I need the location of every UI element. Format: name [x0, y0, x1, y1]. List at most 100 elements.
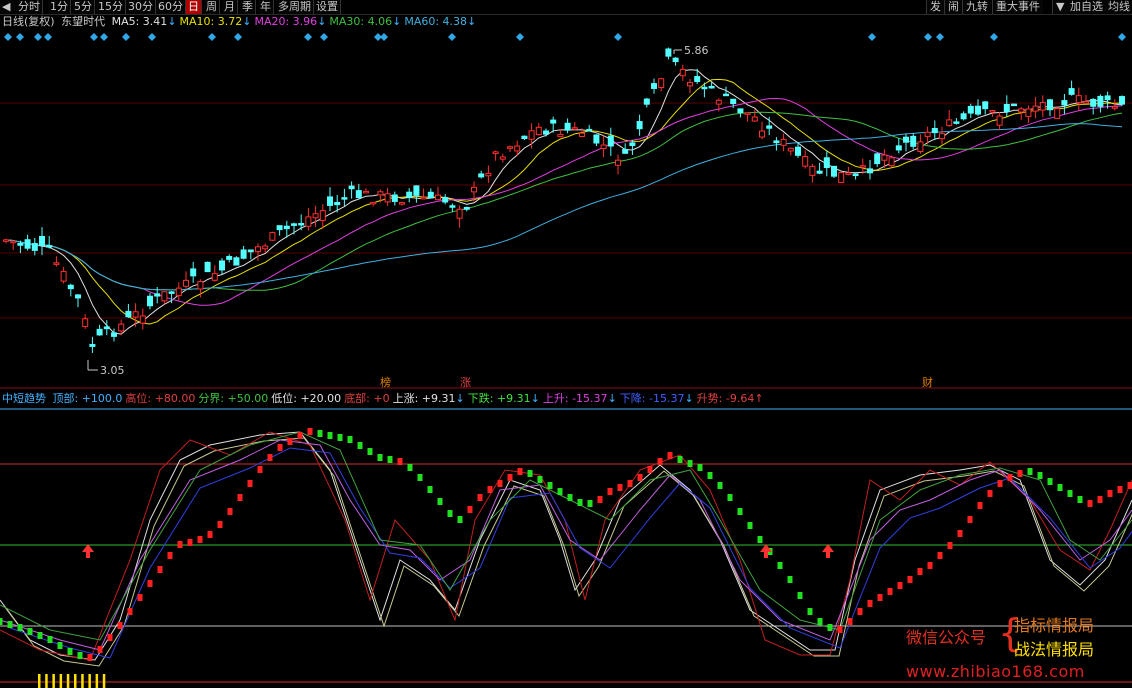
candle-body — [262, 245, 269, 250]
candle-body — [147, 295, 153, 307]
trend-dot-red — [617, 484, 623, 491]
trend-dot-green — [787, 576, 793, 583]
candle-body — [111, 332, 117, 337]
candle-body — [3, 239, 9, 242]
trend-dot-red — [947, 542, 953, 549]
kline-chart[interactable]: 5.86 3.05 榜 涨 财 — [0, 0, 1132, 688]
trend-dot-red — [977, 502, 983, 509]
trend-dot-green — [577, 499, 583, 506]
candle-body — [895, 145, 902, 151]
candle-body — [420, 196, 427, 200]
signal-diamond-icon — [936, 33, 944, 41]
trend-dot-green — [737, 508, 743, 515]
candle-body — [701, 86, 708, 90]
indicator-legend-text: 顶部: +100.0 — [52, 392, 123, 405]
trend-dot-red — [167, 552, 173, 559]
candle-body — [24, 239, 31, 249]
trend-dot-red — [157, 566, 163, 573]
indicator-arrow-icon: ↓ — [607, 392, 617, 405]
trend-dot-red — [1117, 486, 1123, 493]
candle-body — [809, 165, 816, 176]
trend-dot-red — [287, 438, 293, 445]
candle-body — [975, 105, 981, 115]
high-price-label: 5.86 — [684, 44, 709, 57]
candle-body — [946, 119, 953, 127]
trend-dot-red — [207, 531, 213, 538]
trend-dot-green — [587, 500, 593, 507]
candle-body — [1003, 103, 1010, 113]
candle-body — [1025, 108, 1032, 117]
candle-body — [939, 133, 945, 140]
event-marker-1: 涨 — [460, 376, 471, 389]
candle-body — [125, 310, 132, 318]
trend-dot-red — [937, 552, 943, 559]
candle-body — [586, 128, 593, 132]
candle-body — [276, 225, 283, 231]
candle-body — [600, 144, 607, 149]
candle-body — [636, 121, 643, 130]
trend-dot-red — [197, 536, 203, 543]
trend-dot-red — [1017, 470, 1023, 477]
candle-body — [658, 78, 665, 89]
candle-body — [615, 159, 621, 166]
signal-diamond-icon — [122, 33, 130, 41]
candle-body — [334, 201, 341, 206]
indicator-legend-item: 底部: +0 — [344, 392, 389, 405]
indicator-legend-item: 高位: +80.00 — [125, 392, 195, 405]
candle-body — [82, 318, 89, 328]
candle-body — [183, 279, 189, 287]
trend-dot-red — [147, 580, 153, 587]
candle-body — [60, 270, 67, 282]
trend-dot-green — [347, 436, 353, 443]
indicator-name[interactable]: 中短趋势 — [2, 392, 46, 405]
trend-dot-green — [427, 486, 433, 493]
trend-dot-green — [537, 476, 543, 483]
watermark-line1: 指标情报局 — [1014, 616, 1095, 635]
candle-body — [96, 328, 103, 336]
candle-body — [795, 146, 801, 156]
indicator-legend-item: 升势: -9.64↑ — [697, 392, 764, 405]
candle-body — [708, 85, 715, 89]
trend-dot-red — [277, 444, 283, 451]
candle-body — [787, 147, 794, 152]
trend-dot-green — [777, 562, 783, 569]
trend-dot-red — [247, 480, 253, 487]
candle-body — [550, 119, 557, 124]
signal-diamond-icon — [234, 33, 242, 41]
candle-body — [910, 135, 917, 147]
candle-body — [370, 201, 377, 205]
candle-body — [139, 315, 146, 324]
indicator-legend-text: 低位: +20.00 — [271, 392, 342, 405]
candle-body — [471, 186, 477, 193]
trend-dot-red — [667, 452, 673, 459]
trend-dot-green — [727, 494, 733, 501]
trend-dot-red — [217, 521, 223, 528]
bottom-signal-bar — [66, 674, 70, 688]
candle-body — [643, 98, 650, 105]
candle-body — [737, 108, 744, 113]
trend-dot-green — [327, 432, 333, 439]
watermark-line2: 战法情报局 — [1014, 640, 1095, 659]
candle-body — [1018, 108, 1025, 113]
trend-dot-red — [627, 480, 633, 487]
trend-dot-red — [267, 454, 273, 461]
trend-dot-green — [677, 456, 683, 463]
candle-body — [881, 154, 888, 161]
trend-dot-red — [257, 466, 263, 473]
trend-dot-red — [857, 608, 863, 615]
event-marker-2: 财 — [922, 375, 933, 389]
candle-body — [759, 130, 765, 138]
candle-body — [204, 261, 211, 273]
candle-body — [521, 135, 528, 140]
signal-diamond-icon — [208, 33, 216, 41]
trend-dot-red — [117, 622, 123, 629]
candle-body — [1032, 105, 1039, 112]
trend-dot-red — [657, 458, 663, 465]
trend-dot-red — [957, 530, 963, 537]
trend-dot-red — [1127, 482, 1132, 489]
trend-dot-red — [897, 582, 903, 589]
candle-body — [499, 156, 506, 160]
candle-body — [802, 156, 809, 167]
candle-body — [730, 98, 737, 105]
candle-body — [132, 311, 139, 318]
